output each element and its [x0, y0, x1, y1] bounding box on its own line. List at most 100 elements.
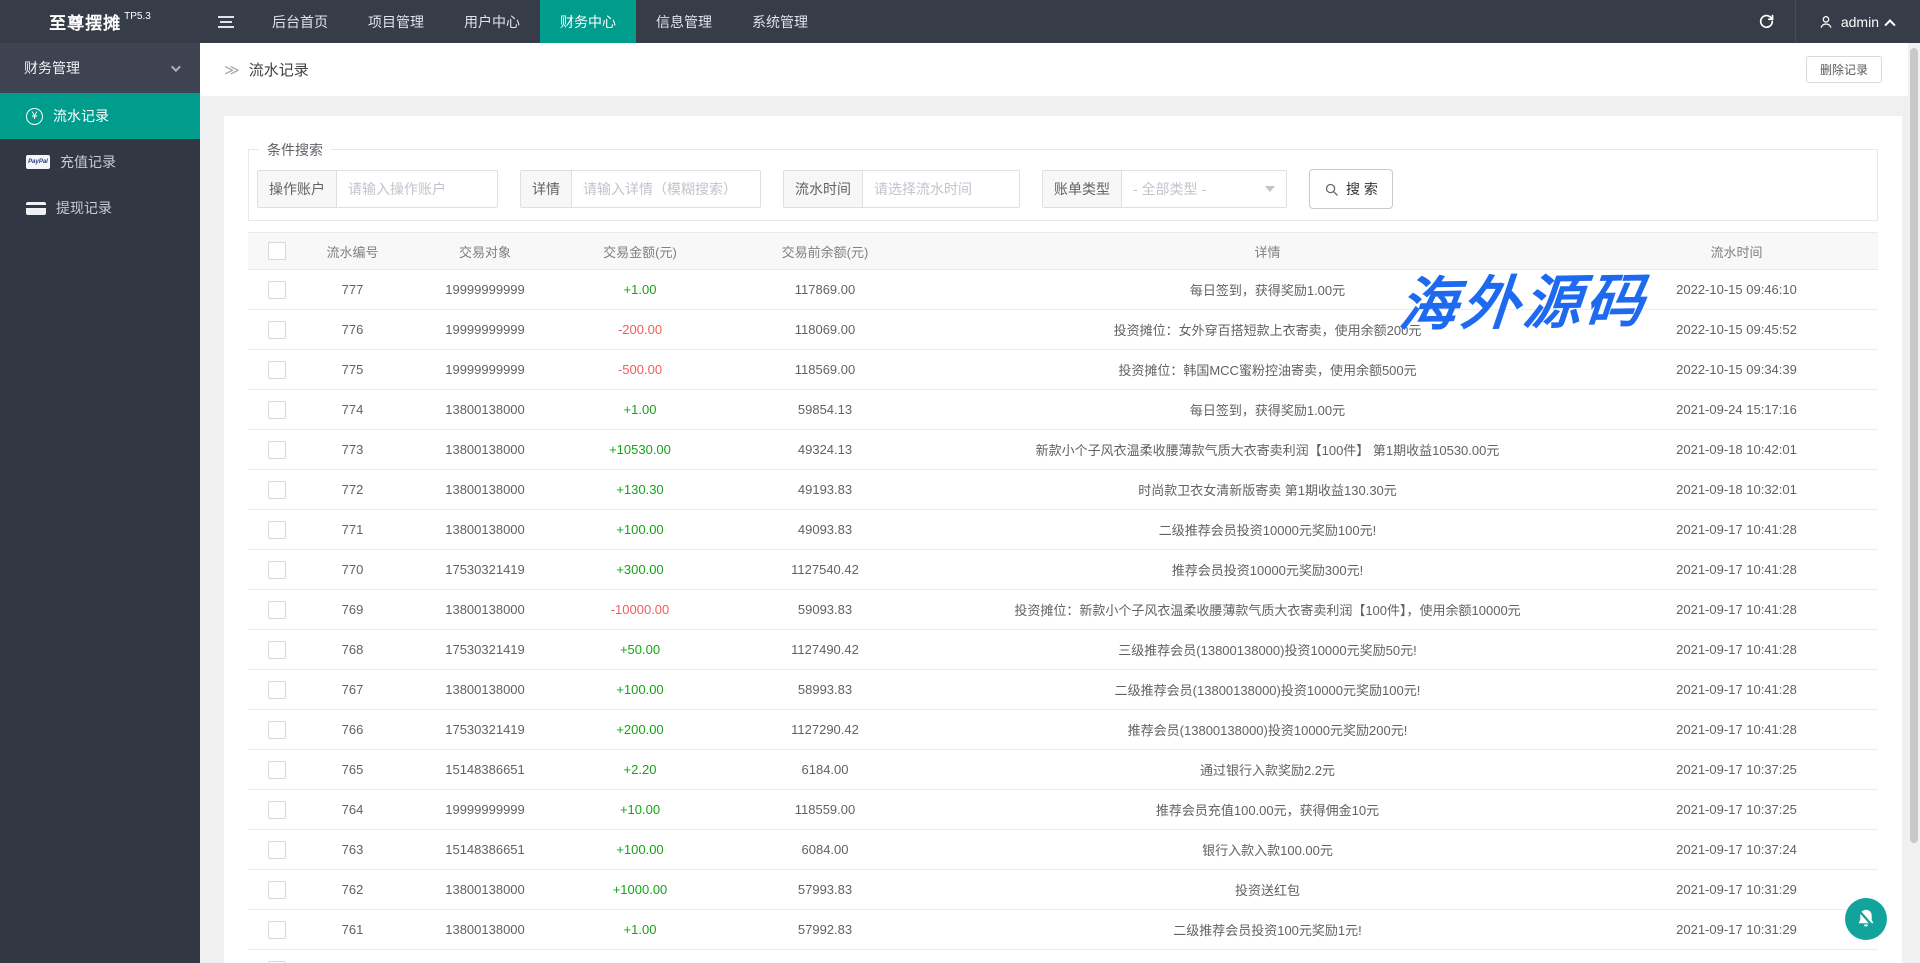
cell-account: 19999999999 [400, 802, 570, 817]
sidebar: 财务管理 ¥ 流水记录 充值记录 提现记录 [0, 43, 200, 963]
paypal-icon [26, 155, 50, 169]
table-row: 77413800138000+1.0059854.13每日签到，获得奖励1.00… [248, 390, 1878, 430]
row-checkbox[interactable] [268, 841, 286, 859]
select-all-checkbox[interactable] [268, 242, 286, 260]
cell-amount: -500.00 [570, 362, 710, 377]
cell-detail: 时尚款卫衣女清新版寄卖 第1期收益130.30元 [940, 480, 1595, 499]
table-body: 77719999999999+1.00117869.00每日签到，获得奖励1.0… [248, 270, 1878, 963]
cell-balance: 1127540.42 [710, 562, 940, 577]
breadcrumb-arrows-icon: ≫ [224, 61, 240, 79]
row-checkbox[interactable] [268, 441, 286, 459]
row-checkbox[interactable] [268, 681, 286, 699]
cell-amount: +100.00 [570, 842, 710, 857]
row-checkbox-cell [248, 921, 305, 939]
row-checkbox[interactable] [268, 801, 286, 819]
cell-time: 2022-10-15 09:46:10 [1595, 282, 1878, 297]
cell-time: 2021-09-17 10:41:28 [1595, 602, 1878, 617]
row-checkbox-cell [248, 681, 305, 699]
refresh-button[interactable] [1739, 0, 1795, 43]
row-checkbox[interactable] [268, 481, 286, 499]
row-checkbox[interactable] [268, 361, 286, 379]
sidebar-item-flow-records[interactable]: ¥ 流水记录 [0, 93, 200, 139]
row-checkbox-cell [248, 521, 305, 539]
time-input[interactable] [863, 171, 1019, 207]
table-header-row: 流水编号 交易对象 交易金额(元) 交易前余额(元) 详情 流水时间 [248, 232, 1878, 270]
cell-time: 2021-09-17 10:37:25 [1595, 802, 1878, 817]
cell-amount: +1.00 [570, 282, 710, 297]
sidebar-group-finance[interactable]: 财务管理 [0, 43, 200, 93]
sidebar-toggle-button[interactable] [200, 0, 252, 43]
cell-detail: 二级推荐会员(13800138000)投资10000元奖励100元! [940, 680, 1595, 699]
type-select[interactable]: - 全部类型 - [1122, 171, 1286, 207]
cell-amount: +50.00 [570, 642, 710, 657]
cell-detail: 投资送红包 [940, 880, 1595, 899]
chevron-up-icon [1884, 19, 1895, 30]
delete-records-button[interactable]: 删除记录 [1806, 56, 1882, 83]
cell-flow-id: 771 [305, 522, 400, 537]
table-row: 76913800138000-10000.0059093.83投资摊位：新款小个… [248, 590, 1878, 630]
cell-time: 2021-09-17 10:31:29 [1595, 882, 1878, 897]
cell-account: 13800138000 [400, 682, 570, 697]
nav-item-system[interactable]: 系统管理 [732, 0, 828, 43]
notification-fab-button[interactable] [1845, 898, 1887, 940]
cell-time: 2021-09-17 10:41:28 [1595, 682, 1878, 697]
cell-flow-id: 764 [305, 802, 400, 817]
row-checkbox[interactable] [268, 601, 286, 619]
cell-flow-id: 770 [305, 562, 400, 577]
row-checkbox[interactable] [268, 721, 286, 739]
nav-item-home[interactable]: 后台首页 [252, 0, 348, 43]
nav-item-finance-center[interactable]: 财务中心 [540, 0, 636, 43]
cell-time: 2022-10-15 09:45:52 [1595, 322, 1878, 337]
cell-flow-id: 768 [305, 642, 400, 657]
sidebar-item-label: 充值记录 [60, 152, 116, 172]
detail-input[interactable] [572, 171, 760, 207]
row-checkbox[interactable] [268, 921, 286, 939]
nav-item-info[interactable]: 信息管理 [636, 0, 732, 43]
app-logo: 至尊摆摊 TP5.3 [0, 0, 200, 43]
cell-flow-id: 765 [305, 762, 400, 777]
time-field-label: 流水时间 [784, 171, 863, 207]
table-row: 77313800138000+10530.0049324.13新款小个子风衣温柔… [248, 430, 1878, 470]
nav-item-user-center[interactable]: 用户中心 [444, 0, 540, 43]
page-scrollbar[interactable] [1908, 43, 1920, 963]
sidebar-item-withdraw-records[interactable]: 提现记录 [0, 185, 200, 231]
cell-time: 2022-10-15 09:34:39 [1595, 362, 1878, 377]
table-row: 77113800138000+100.0049093.83二级推荐会员投资100… [248, 510, 1878, 550]
username: admin [1841, 14, 1879, 30]
cell-detail: 推荐会员(13800138000)投资10000元奖励200元! [940, 720, 1595, 739]
cell-account: 17530321419 [400, 722, 570, 737]
search-row: 操作账户 详情 流水时间 账单类型 - 全部类型 - [257, 169, 1877, 209]
cell-amount: +300.00 [570, 562, 710, 577]
scrollbar-thumb[interactable] [1910, 48, 1918, 843]
sidebar-item-recharge-records[interactable]: 充值记录 [0, 139, 200, 185]
account-input[interactable] [337, 171, 497, 207]
cell-amount: +10530.00 [570, 442, 710, 457]
header-detail: 详情 [940, 242, 1595, 261]
detail-field-label: 详情 [521, 171, 572, 207]
cell-time: 2021-09-17 10:37:25 [1595, 762, 1878, 777]
row-checkbox[interactable] [268, 561, 286, 579]
row-checkbox[interactable] [268, 321, 286, 339]
user-menu[interactable]: admin [1796, 0, 1920, 43]
row-checkbox[interactable] [268, 401, 286, 419]
search-icon [1324, 182, 1339, 197]
row-checkbox[interactable] [268, 641, 286, 659]
bell-off-icon [1854, 907, 1878, 931]
row-checkbox-cell [248, 481, 305, 499]
cell-amount: +100.00 [570, 522, 710, 537]
account-field-group: 操作账户 [257, 170, 498, 208]
row-checkbox[interactable] [268, 881, 286, 899]
search-button[interactable]: 搜 索 [1309, 169, 1393, 209]
cell-flow-id: 767 [305, 682, 400, 697]
row-checkbox[interactable] [268, 281, 286, 299]
row-checkbox-cell [248, 801, 305, 819]
row-checkbox[interactable] [268, 521, 286, 539]
table-row: 77017530321419+300.001127540.42推荐会员投资100… [248, 550, 1878, 590]
navbar-right: admin [1739, 0, 1920, 43]
select-all-cell [248, 242, 305, 260]
row-checkbox[interactable] [268, 761, 286, 779]
cell-time: 2021-09-18 10:42:01 [1595, 442, 1878, 457]
nav-item-project[interactable]: 项目管理 [348, 0, 444, 43]
cell-amount: -200.00 [570, 322, 710, 337]
cell-detail: 推荐会员投资10000元奖励300元! [940, 560, 1595, 579]
